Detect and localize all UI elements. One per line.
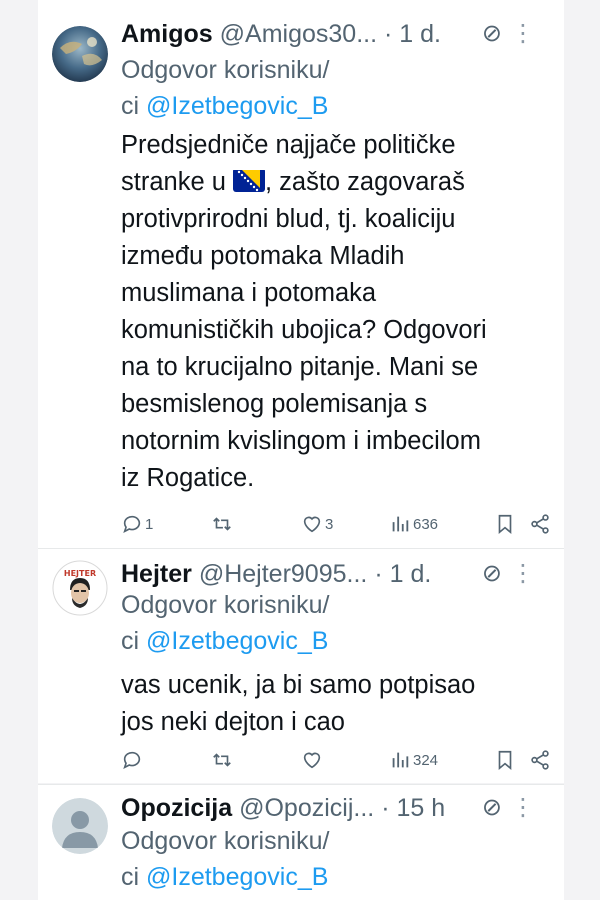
more-icon[interactable]: ⋮ bbox=[511, 556, 536, 592]
bookmark-icon bbox=[498, 750, 512, 771]
tweet-header: Amigos @Amigos30... · 1 d. ⊘ ⋮ bbox=[121, 16, 554, 52]
tweet-card[interactable]: Opozicija @Opozicij... · 15 h ⊘ ⋮ Odgovo… bbox=[38, 785, 564, 900]
reply-icon bbox=[123, 751, 141, 769]
bookmark-button[interactable] bbox=[494, 509, 516, 539]
tweet-text-line: muslimana i potomaka bbox=[121, 279, 377, 307]
tweet-card[interactable]: Amigos @Amigos30... · 1 d. ⊘ ⋮ Odgovor k… bbox=[38, 0, 564, 548]
tweet-text: vas ucenik, ja bi samo potpisao jos neki… bbox=[121, 667, 551, 741]
mention-link[interactable]: @Izetbegovic_B bbox=[146, 863, 328, 891]
reply-count: 1 bbox=[145, 515, 154, 533]
timestamp[interactable]: 1 d. bbox=[399, 20, 441, 48]
tweet-text: Predsjedniče najjače političke stranke u… bbox=[121, 127, 551, 497]
tweet-text-line: stranke u , zašto zagovaraš bbox=[121, 168, 465, 196]
heart-icon bbox=[303, 752, 321, 769]
heart-icon bbox=[303, 516, 321, 533]
views-button[interactable]: 324 bbox=[389, 745, 438, 775]
retweet-button[interactable] bbox=[211, 509, 233, 539]
separator-dot: · bbox=[383, 20, 393, 48]
tweet-card[interactable]: HEJTER Hejter @Hejter9095... · 1 d. ⊘ ⋮ … bbox=[38, 549, 564, 783]
tweet-text-line: notornim kvislingom i imbecilom bbox=[121, 427, 481, 455]
author-handle[interactable]: @Amigos30... bbox=[220, 20, 377, 48]
like-button[interactable]: 3 bbox=[301, 509, 333, 539]
bosnia-flag-emoji bbox=[232, 168, 265, 192]
bookmark-button[interactable] bbox=[494, 745, 516, 775]
mention-link[interactable]: @Izetbegovic_B bbox=[146, 92, 328, 120]
retweet-icon bbox=[213, 517, 231, 531]
tweet-text-line: na to krucijalno pitanje. Mani se bbox=[121, 353, 479, 381]
tweet-text-line: vas ucenik, ja bi samo potpisao bbox=[121, 671, 476, 699]
reply-context-prefix: ci bbox=[121, 92, 146, 120]
tweet-text-line: Predsjedniče najjače političke bbox=[121, 131, 456, 159]
like-button[interactable] bbox=[301, 745, 325, 775]
separator-dot: · bbox=[381, 794, 390, 822]
avatar-text: HEJTER bbox=[64, 569, 96, 578]
views-count: 324 bbox=[413, 751, 439, 769]
views-icon bbox=[392, 516, 409, 532]
bookmark-icon bbox=[498, 514, 512, 535]
author-name[interactable]: Hejter bbox=[121, 560, 192, 588]
share-icon bbox=[531, 514, 549, 534]
author-name[interactable]: Amigos bbox=[121, 20, 213, 48]
reply-context: Odgovor korisniku/ ci @Izetbegovic_B bbox=[121, 52, 329, 124]
views-count: 636 bbox=[413, 515, 439, 533]
timestamp[interactable]: 1 d. bbox=[390, 560, 432, 588]
tweet-actions: 1 3 636 bbox=[121, 509, 561, 539]
retweet-icon bbox=[213, 753, 231, 767]
no-entry-icon: ⊘ bbox=[481, 560, 502, 587]
views-button[interactable]: 636 bbox=[389, 509, 438, 539]
tweet-header: Opozicija @Opozicij... · 15 h ⊘ ⋮ bbox=[121, 790, 554, 826]
timestamp[interactable]: 15 h bbox=[396, 794, 445, 822]
tweet-text-line: između potomaka Mladih bbox=[121, 242, 405, 270]
more-icon[interactable]: ⋮ bbox=[511, 16, 536, 52]
views-icon bbox=[392, 752, 409, 768]
no-entry-icon: ⊘ bbox=[481, 20, 502, 47]
reply-context-label: Odgovor korisniku/ bbox=[121, 591, 330, 619]
reply-icon bbox=[123, 515, 141, 533]
reply-button[interactable]: 1 bbox=[121, 509, 153, 539]
author-handle[interactable]: @Hejter9095... bbox=[199, 560, 368, 588]
no-entry-icon: ⊘ bbox=[481, 794, 502, 821]
reply-context: Odgovor korisniku/ ci @Izetbegovic_B bbox=[121, 823, 329, 895]
tweet-text-line: komunističkih ubojica? Odgovori bbox=[121, 316, 487, 344]
author-handle[interactable]: @Opozicij... bbox=[239, 794, 374, 822]
share-icon bbox=[531, 750, 549, 770]
avatar[interactable] bbox=[52, 798, 108, 854]
tweet-text-line: jos neki dejton i cao bbox=[121, 708, 345, 736]
reply-context-prefix: ci bbox=[121, 863, 146, 891]
retweet-button[interactable] bbox=[211, 745, 233, 775]
like-count: 3 bbox=[325, 515, 334, 533]
tweet-text-line: protivprirodni blud, tj. koaliciju bbox=[121, 205, 456, 233]
avatar[interactable]: HEJTER bbox=[52, 560, 108, 616]
separator-dot: · bbox=[374, 560, 383, 588]
reply-button[interactable] bbox=[121, 745, 145, 775]
reply-context-prefix: ci bbox=[121, 627, 146, 655]
author-name[interactable]: Opozicija bbox=[121, 794, 232, 822]
tweet-text-line: besmislenog polemisanja s bbox=[121, 390, 428, 418]
reply-context-label: Odgovor korisniku/ bbox=[121, 56, 330, 84]
mention-link[interactable]: @Izetbegovic_B bbox=[146, 627, 328, 655]
avatar[interactable] bbox=[52, 26, 108, 82]
reply-context-label: Odgovor korisniku/ bbox=[121, 827, 330, 855]
tweet-text-line: iz Rogatice. bbox=[121, 464, 255, 492]
share-button[interactable] bbox=[529, 509, 551, 539]
share-button[interactable] bbox=[529, 745, 551, 775]
tweet-actions: 324 bbox=[121, 745, 561, 775]
reply-context: Odgovor korisniku/ ci @Izetbegovic_B bbox=[121, 587, 329, 659]
more-icon[interactable]: ⋮ bbox=[511, 790, 536, 826]
